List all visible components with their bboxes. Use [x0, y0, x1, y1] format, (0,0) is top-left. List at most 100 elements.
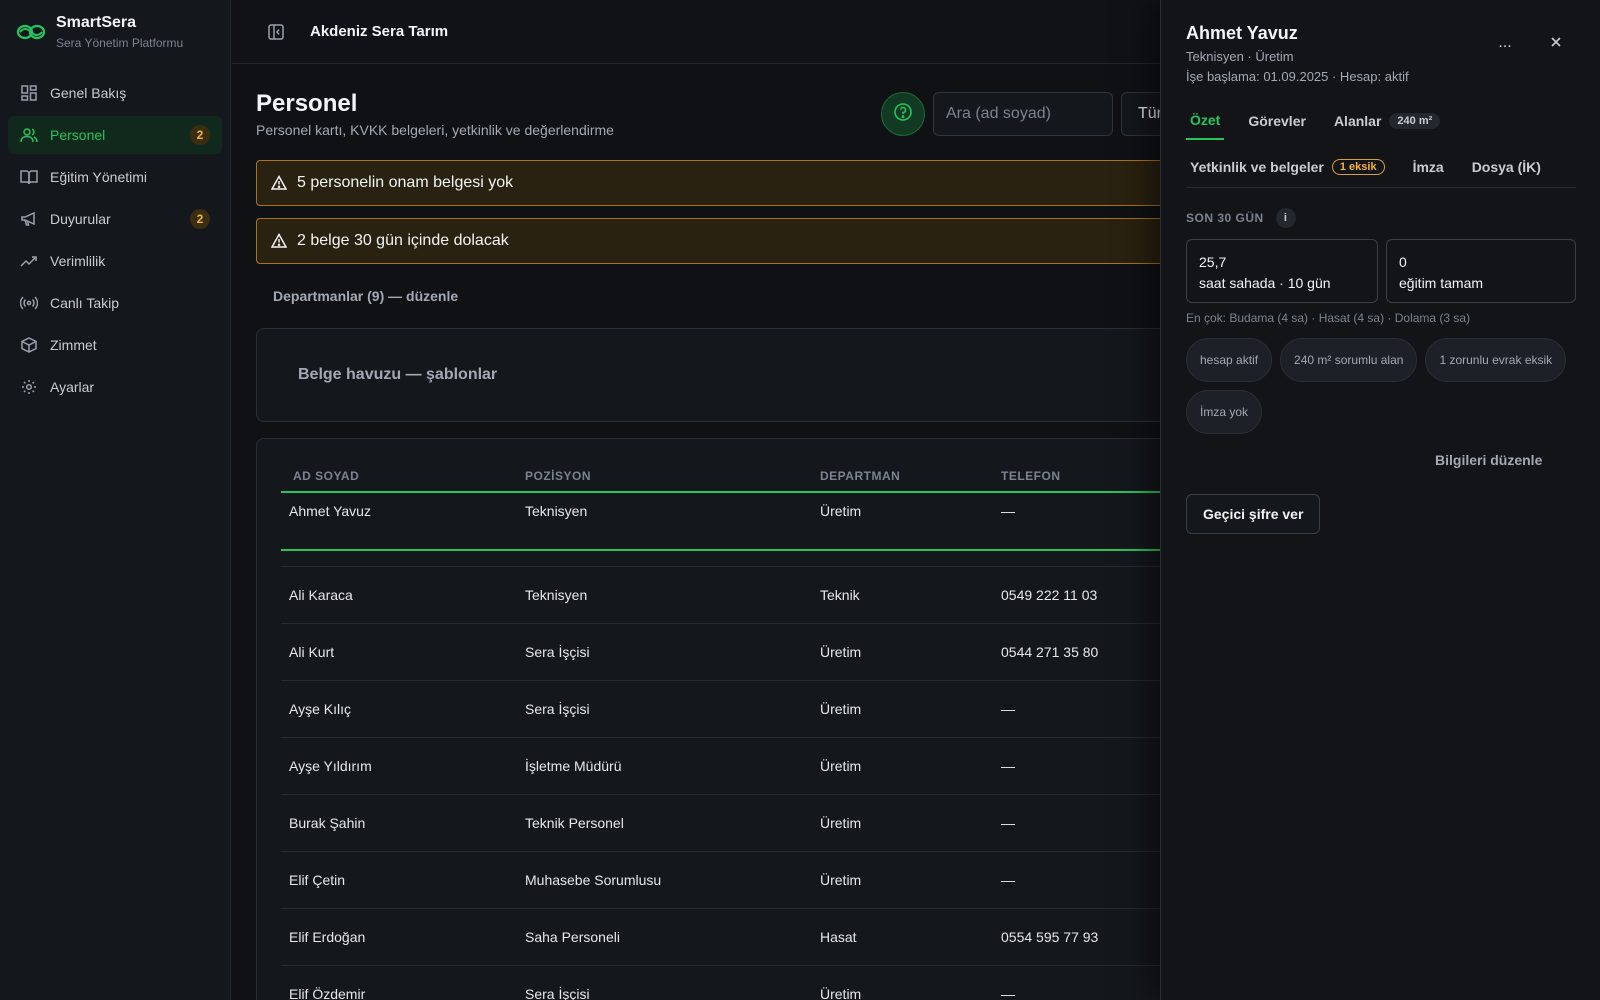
book-icon [20, 168, 38, 186]
close-button[interactable] [1544, 32, 1568, 56]
cell-department: Üretim [820, 986, 862, 1000]
sidebar-item-label: Duyurular [50, 211, 111, 227]
cell-name: Burak Şahin [289, 815, 366, 831]
sidebar-item-label: Zimmet [50, 337, 97, 353]
tab-label: Özet [1190, 112, 1221, 128]
cell-position: Muhasebe Sorumlusu [525, 872, 662, 888]
sidebar-toggle-icon[interactable] [268, 23, 286, 41]
sidebar-nav: Genel Bakış Personel 2 Eğitim Yönetimi D… [0, 64, 230, 420]
warning-icon [271, 233, 287, 249]
stat-field-hours: 25,7 saat sahada · 10 gün [1186, 239, 1378, 303]
cell-department: Üretim [820, 758, 862, 774]
leaf-logo-icon [16, 22, 46, 42]
users-icon [20, 126, 38, 144]
cell-department: Üretim [820, 503, 862, 519]
cell-position: Sera İşçisi [525, 701, 590, 717]
page-title: Personel [256, 90, 358, 117]
tab-label: Yetkinlik ve belgeler [1190, 158, 1324, 175]
cell-name: Ahmet Yavuz [289, 503, 371, 519]
sidebar-item-zimmet[interactable]: Zimmet [8, 326, 222, 364]
tab-label: Görevler [1248, 113, 1306, 129]
cell-position: Teknik Personel [525, 815, 624, 831]
cell-name: Elif Erdoğan [289, 929, 366, 945]
column-header-name[interactable]: AD SOYAD [281, 469, 525, 483]
sidebar-item-egitim-yonetimi[interactable]: Eğitim Yönetimi [8, 158, 222, 196]
count-badge: 2 [190, 125, 210, 145]
most-activities: En çok: Budama (4 sa) · Hasat (4 sa) · D… [1186, 311, 1471, 325]
broadcast-icon [20, 294, 38, 312]
drawer-person-role: Teknisyen · Üretim [1186, 49, 1294, 64]
cell-department: Üretim [820, 815, 862, 831]
cell-position: İşletme Müdürü [525, 758, 622, 774]
cell-name: Ayşe Yıldırım [289, 758, 372, 774]
cell-position: Teknisyen [525, 587, 588, 603]
tab-imza[interactable]: İmza [1409, 149, 1448, 185]
sidebar-item-personel[interactable]: Personel 2 [8, 116, 222, 154]
missing-badge: 1 eksik [1331, 158, 1385, 175]
sidebar-item-genel-bakis[interactable]: Genel Bakış [8, 74, 222, 112]
cell-department: Üretim [820, 872, 862, 888]
search-input[interactable] [933, 92, 1113, 136]
gear-icon [20, 378, 38, 396]
cell-name: Ali Karaca [289, 587, 353, 603]
cell-position: Sera İşçisi [525, 644, 590, 660]
trend-icon [20, 252, 38, 270]
sidebar: SmartSera Sera Yönetim Platformu Genel B… [0, 0, 231, 1000]
brand-subtitle: Sera Yönetim Platformu [56, 36, 184, 50]
sidebar-item-ayarlar[interactable]: Ayarlar [8, 368, 222, 406]
cell-department: Teknik [820, 587, 860, 603]
temporary-password-button[interactable]: Geçici şifre ver [1186, 494, 1321, 534]
sidebar-item-canli-takip[interactable]: Canlı Takip [8, 284, 222, 322]
package-icon [20, 336, 38, 354]
status-chips: hesap aktif 240 m² sorumlu alan 1 zorunl… [1186, 338, 1576, 434]
chip-account-active: hesap aktif [1186, 338, 1273, 382]
warning-icon [271, 175, 287, 191]
help-button[interactable] [881, 92, 925, 136]
drawer-person-name: Ahmet Yavuz [1186, 23, 1298, 43]
edit-info-link[interactable]: Bilgileri düzenle [1435, 452, 1542, 468]
personnel-detail-drawer: Ahmet Yavuz Teknisyen · Üretim İşe başla… [1160, 0, 1600, 1000]
cell-position: Sera İşçisi [525, 986, 590, 1000]
drawer-tabs-secondary: Yetkinlik ve belgeler 1 eksik İmza Dosya … [1186, 146, 1576, 188]
section-label-text: SON 30 GÜN [1186, 211, 1264, 225]
column-header-department[interactable]: DEPARTMAN [820, 469, 1001, 483]
organization-name: Akdeniz Sera Tarım [310, 23, 449, 40]
tab-dosya-ik[interactable]: Dosya (İK) [1468, 149, 1545, 185]
cell-name: Ayşe Kılıç [289, 701, 351, 717]
section-label-last-30-days: SON 30 GÜN i [1186, 208, 1296, 228]
drawer-person-meta: İşe başlama: 01.09.2025 · Hesap: aktif [1186, 69, 1409, 84]
area-badge: 240 m² [1389, 113, 1441, 129]
sidebar-item-label: Eğitim Yönetimi [50, 169, 148, 185]
sidebar-item-verimlilik[interactable]: Verimlilik [8, 242, 222, 280]
cell-position: Teknisyen [525, 503, 588, 519]
cell-department: Hasat [820, 929, 857, 945]
page-subtitle: Personel kartı, KVKK belgeleri, yetkinli… [256, 122, 614, 138]
cell-department: Üretim [820, 644, 862, 660]
brand-name: SmartSera [56, 14, 137, 31]
tab-label: Dosya (İK) [1471, 158, 1541, 175]
alert-text: 5 personelin onam belgesi yok [297, 174, 514, 191]
tab-yetkinlik-belgeler[interactable]: Yetkinlik ve belgeler 1 eksik [1186, 149, 1389, 185]
alert-text: 2 belge 30 gün içinde dolacak [297, 232, 509, 249]
tab-ozet[interactable]: Özet [1186, 102, 1225, 140]
tab-gorevler[interactable]: Görevler [1244, 103, 1310, 139]
tab-alanlar[interactable]: Alanlar 240 m² [1330, 103, 1444, 139]
sidebar-item-label: Ayarlar [50, 379, 95, 395]
close-icon [1550, 35, 1562, 53]
dashboard-icon [20, 84, 38, 102]
info-icon[interactable]: i [1275, 208, 1296, 228]
tab-label: Alanlar [1333, 113, 1382, 129]
brand[interactable]: SmartSera Sera Yönetim Platformu [0, 0, 230, 64]
stat-value: 25,7 [1199, 254, 1227, 270]
sidebar-item-duyurular[interactable]: Duyurular 2 [8, 200, 222, 238]
cell-name: Elif Çetin [289, 872, 346, 888]
stat-label: saat sahada · 10 gün [1199, 275, 1331, 291]
help-icon [893, 102, 913, 127]
chip-responsible-area: 240 m² sorumlu alan [1280, 338, 1418, 382]
cell-position: Saha Personeli [525, 929, 620, 945]
more-options-button[interactable]: ... [1493, 34, 1517, 58]
stat-value: 0 [1399, 254, 1407, 270]
sidebar-item-label: Canlı Takip [50, 295, 120, 311]
column-header-position[interactable]: POZİSYON [525, 469, 820, 483]
cell-department: Üretim [820, 701, 862, 717]
